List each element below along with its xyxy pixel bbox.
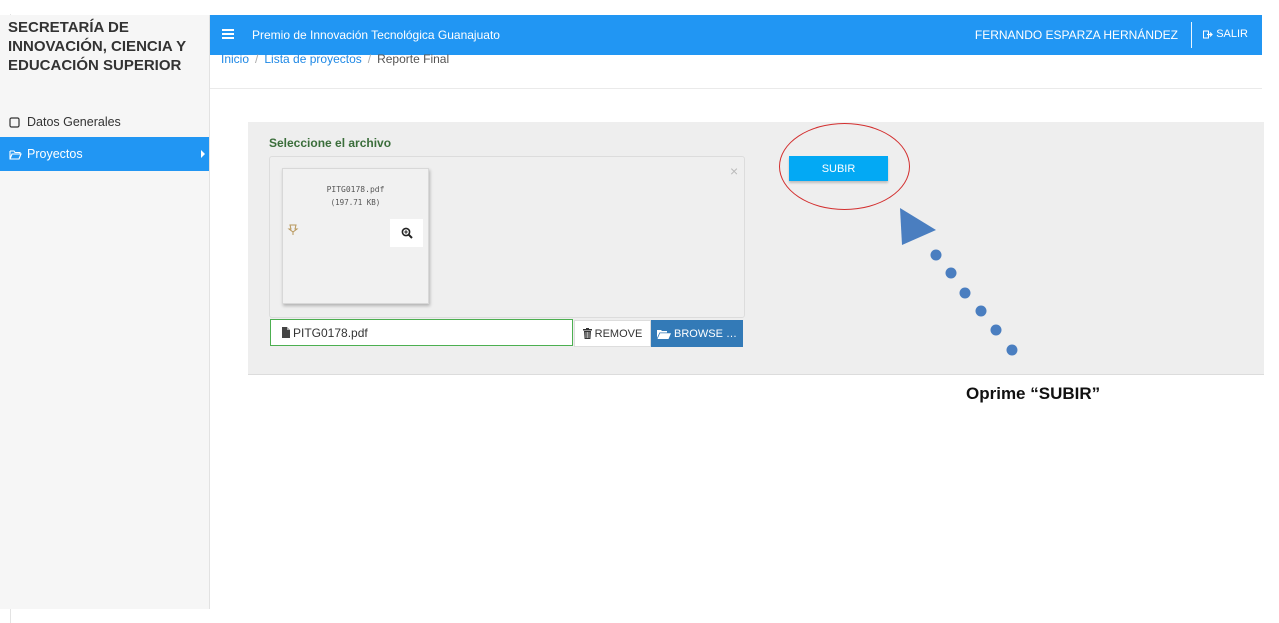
sidebar-item-datos-generales[interactable]: Datos Generales	[0, 105, 209, 139]
folder-open-icon	[9, 149, 23, 160]
file-icon	[282, 327, 290, 338]
user-name: FERNANDO ESPARZA HERNÁNDEZ	[974, 28, 1178, 42]
sidebar-item-label: Proyectos	[27, 147, 83, 161]
arrow-dot	[990, 324, 1002, 336]
remove-label: REMOVE	[594, 327, 643, 340]
sidebar-item-label: Datos Generales	[27, 115, 121, 129]
breadcrumb-divider	[210, 88, 1262, 89]
folder-open-icon	[657, 329, 672, 339]
file-input-value: PITG0178.pdf	[293, 325, 368, 340]
file-name-input[interactable]: PITG0178.pdf	[270, 319, 573, 346]
breadcrumb-separator: /	[255, 52, 259, 66]
sidebar: SECRETARÍA DE INNOVACIÓN, CIENCIA Y EDUC…	[0, 15, 210, 609]
sidebar-item-proyectos[interactable]: Proyectos	[0, 137, 209, 171]
brand-line-3: EDUCACIÓN SUPERIOR	[8, 57, 182, 74]
upload-label: Seleccione el archivo	[269, 136, 392, 150]
file-preview-card: PITG0178.pdf (197.71 KB)	[282, 168, 429, 304]
zoom-in-icon	[401, 227, 413, 239]
zoom-button[interactable]	[390, 219, 423, 247]
chevron-right-icon	[201, 150, 205, 158]
arrow-head-icon	[900, 208, 936, 245]
brand-line-2: INNOVACIÓN, CIENCIA Y	[8, 38, 187, 55]
topbar: Premio de Innovación Tecnológica Guanaju…	[210, 15, 1262, 55]
breadcrumb-current: Reporte Final	[377, 52, 450, 66]
logout-label: SALIR	[1216, 28, 1248, 40]
drag-handle-icon[interactable]	[287, 223, 299, 241]
arrow-dot	[1006, 344, 1018, 356]
browse-button[interactable]: BROWSE …	[651, 320, 743, 347]
arrow-dot	[945, 267, 957, 279]
arrow-dot	[930, 249, 942, 261]
breadcrumb-separator: /	[367, 52, 372, 66]
app-title: Premio de Innovación Tecnológica Guanaju…	[252, 28, 500, 42]
logout-button[interactable]: SALIR	[1203, 28, 1248, 40]
dotted-arrow-annotation	[900, 208, 1018, 356]
sign-out-icon	[1203, 30, 1214, 38]
arrow-dot	[959, 287, 971, 299]
breadcrumb-inicio[interactable]: Inicio	[221, 52, 249, 66]
arrow-dot	[975, 305, 987, 317]
square-icon	[9, 116, 23, 128]
instruction-note: Oprime “SUBIR”	[966, 384, 1101, 403]
preview-file-name: PITG0178.pdf	[326, 185, 385, 194]
brand-title: SECRETARÍA DE INNOVACIÓN, CIENCIA Y EDUC…	[8, 18, 198, 75]
topbar-divider	[1191, 22, 1192, 48]
breadcrumb: Inicio / Lista de proyectos / Reporte Final	[221, 52, 449, 66]
browse-label: BROWSE …	[674, 327, 737, 340]
highlight-ellipse	[779, 123, 910, 210]
preview-file-size: (197.71 KB)	[330, 198, 381, 207]
hamburger-menu-icon[interactable]	[222, 29, 234, 41]
breadcrumb-lista-de-proyectos[interactable]: Lista de proyectos	[264, 52, 361, 66]
brand-line-1: SECRETARÍA DE	[8, 19, 129, 36]
trash-icon	[582, 328, 592, 339]
close-icon[interactable]: ×	[730, 163, 738, 179]
remove-button[interactable]: REMOVE	[574, 320, 651, 347]
